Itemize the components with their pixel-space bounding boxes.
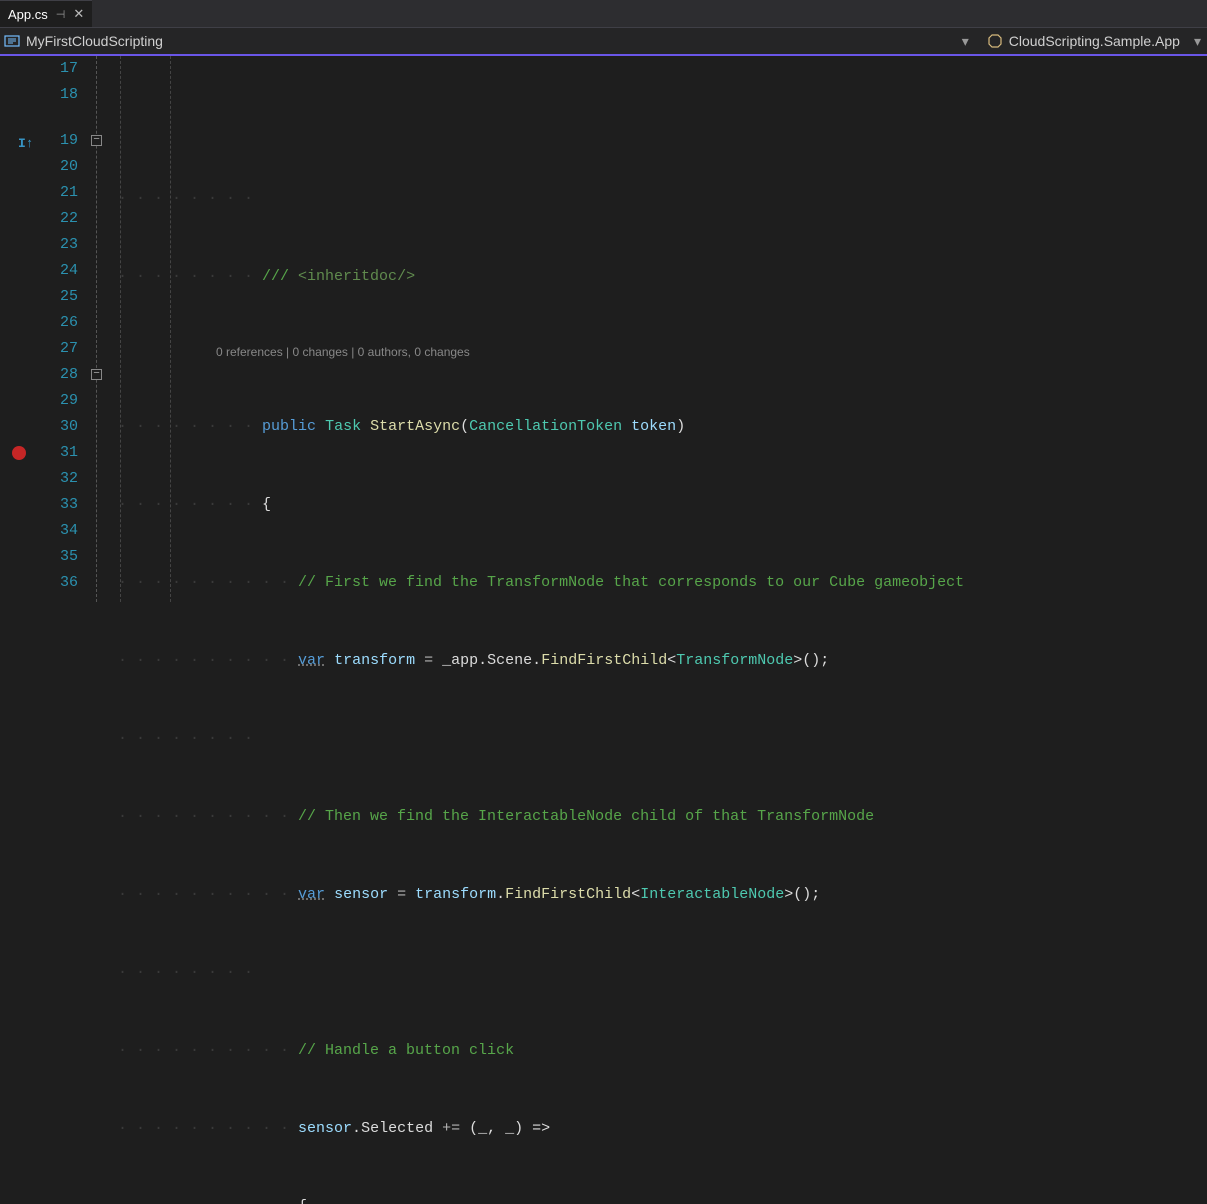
tab-filename: App.cs <box>8 7 48 22</box>
fold-toggle[interactable]: − <box>91 135 102 146</box>
code-line: · · · · · · · · <box>118 960 1207 986</box>
line-number: 25 <box>40 284 78 310</box>
line-number-gutter: 17 18 19 20 21 22 23 24 25 26 27 28 29 3… <box>40 56 88 602</box>
line-number: 29 <box>40 388 78 414</box>
chevron-down-icon: ▾ <box>1194 33 1201 50</box>
file-tab[interactable]: App.cs ⊣ ✕ <box>0 0 92 27</box>
class-dropdown[interactable]: CloudScripting.Sample.App ▾ <box>987 33 1201 50</box>
indent-guide <box>170 56 171 602</box>
tab-bar: App.cs ⊣ ✕ <box>0 0 1207 28</box>
code-area[interactable]: · · · · · · · · · · · · · · · · /// <inh… <box>118 56 1207 602</box>
code-line: · · · · · · · · { <box>118 492 1207 518</box>
code-line: · · · · · · · · · · // Handle a button c… <box>118 1038 1207 1064</box>
namespace-icon <box>4 33 20 49</box>
fold-gutter[interactable]: − − <box>88 56 118 602</box>
code-line: · · · · · · · · · · // Then we find the … <box>118 804 1207 830</box>
line-number: 23 <box>40 232 78 258</box>
code-line: · · · · · · · · · · // First we find the… <box>118 570 1207 596</box>
line-number: 17 <box>40 56 78 82</box>
class-label: CloudScripting.Sample.App <box>1009 33 1180 49</box>
line-number: 30 <box>40 414 78 440</box>
line-number: 35 <box>40 544 78 570</box>
line-number: 21 <box>40 180 78 206</box>
navigation-bar: MyFirstCloudScripting ▾ CloudScripting.S… <box>0 28 1207 56</box>
fold-toggle[interactable]: − <box>91 369 102 380</box>
tracking-glyph-icon: І↑ <box>18 136 34 151</box>
code-line: · · · · · · · · · · { <box>118 1194 1207 1204</box>
code-line: · · · · · · · · · · sensor.Selected += (… <box>118 1116 1207 1142</box>
line-number: 33 <box>40 492 78 518</box>
namespace-label: MyFirstCloudScripting <box>26 33 163 49</box>
line-number: 22 <box>40 206 78 232</box>
line-number: 36 <box>40 570 78 596</box>
code-line: · · · · · · · · · · var sensor = transfo… <box>118 882 1207 908</box>
namespace-dropdown[interactable]: MyFirstCloudScripting ▾ <box>4 33 981 50</box>
code-line: · · · · · · · · · · var transform = _app… <box>118 648 1207 674</box>
code-line: · · · · · · · · <box>118 186 1207 212</box>
codelens[interactable]: 0 references | 0 changes | 0 authors, 0 … <box>118 342 1207 362</box>
line-number: 19 <box>40 128 78 154</box>
code-line: · · · · · · · · <box>118 726 1207 752</box>
chevron-down-icon: ▾ <box>962 33 969 50</box>
line-number: 32 <box>40 466 78 492</box>
breakpoint-icon[interactable] <box>12 446 26 460</box>
line-number: 34 <box>40 518 78 544</box>
line-number: 28 <box>40 362 78 388</box>
code-editor[interactable]: І↑ 17 18 19 20 21 22 23 24 25 26 27 28 2… <box>0 56 1207 602</box>
line-number: 31 <box>40 440 78 466</box>
close-icon[interactable]: ✕ <box>73 6 84 22</box>
line-number: 26 <box>40 310 78 336</box>
line-number: 18 <box>40 82 78 108</box>
class-icon <box>987 33 1003 49</box>
line-number: 27 <box>40 336 78 362</box>
glyph-margin[interactable]: І↑ <box>0 56 40 602</box>
line-number: 24 <box>40 258 78 284</box>
pin-icon[interactable]: ⊣ <box>56 8 66 21</box>
code-line: · · · · · · · · /// <inheritdoc/> <box>118 264 1207 290</box>
line-number: 20 <box>40 154 78 180</box>
code-line: · · · · · · · · public Task StartAsync(C… <box>118 414 1207 440</box>
indent-guide <box>120 56 121 602</box>
